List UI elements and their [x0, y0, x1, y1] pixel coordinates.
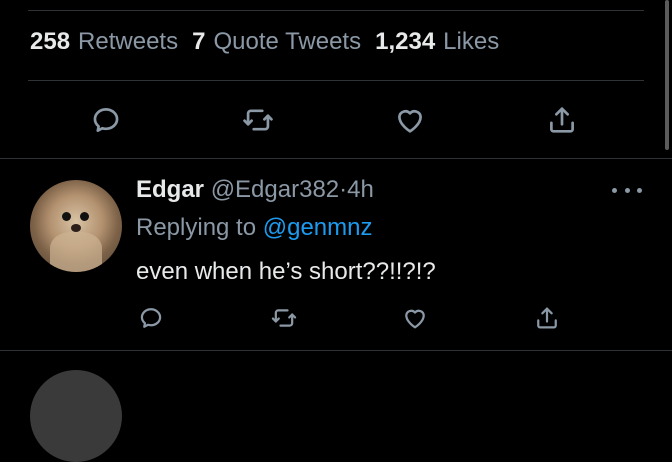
share-icon [537, 307, 557, 329]
quotes-label: Quote Tweets [213, 28, 362, 55]
mention-link[interactable]: @genmnz [263, 214, 373, 241]
reply-tweet[interactable]: Edgar @Edgar382·4h Replying to @genmnz e… [0, 160, 672, 350]
retweets-label: Retweets [78, 28, 179, 55]
avatar-eye-right [80, 212, 89, 221]
retweet-button[interactable] [238, 100, 278, 140]
separator-dot: · [339, 176, 348, 203]
scrollbar[interactable] [665, 0, 669, 150]
like-button[interactable] [390, 100, 430, 140]
more-dot-icon [637, 187, 642, 193]
stats-divider [28, 80, 644, 81]
reply-action-bar [0, 298, 672, 338]
avatar-fur [50, 232, 102, 272]
tweet-divider [0, 158, 672, 159]
avatar-nose [71, 224, 81, 232]
reply-button[interactable] [86, 100, 126, 140]
reply-divider [0, 350, 672, 351]
reply-header: Edgar @Edgar382·4h [136, 176, 374, 204]
likes-stat[interactable]: 1,234 Likes [375, 28, 499, 56]
user-handle[interactable]: @Edgar382 [211, 176, 339, 203]
reply-like-button[interactable] [395, 298, 435, 338]
replying-prefix: Replying to [136, 214, 257, 241]
more-dot-icon [624, 187, 630, 193]
like-icon [405, 309, 425, 329]
tweet-stats: 258 Retweets 7 Quote Tweets 1,234 Likes [30, 28, 499, 56]
top-divider [28, 10, 644, 11]
likes-label: Likes [443, 28, 500, 55]
reply-share-button[interactable] [527, 298, 567, 338]
reply-icon [140, 308, 162, 328]
share-button[interactable] [542, 100, 582, 140]
likes-count: 1,234 [375, 28, 436, 55]
more-dot-icon [612, 187, 617, 193]
reply-text: even when he’s short??!!?!? [136, 258, 436, 285]
quotes-stat[interactable]: 7 Quote Tweets [192, 28, 361, 56]
retweet-icon [271, 309, 297, 327]
quotes-count: 7 [192, 28, 206, 55]
avatar-eye-left [62, 212, 71, 221]
replying-to: Replying to @genmnz [136, 214, 373, 242]
next-reply-avatar[interactable] [30, 370, 122, 462]
tweet-action-bar [0, 100, 672, 144]
like-icon [398, 110, 422, 133]
user-name[interactable]: Edgar [136, 176, 204, 203]
more-options-button[interactable] [612, 180, 642, 200]
share-icon [550, 107, 574, 133]
timestamp[interactable]: 4h [347, 176, 374, 203]
retweet-icon [243, 109, 273, 131]
reply-retweet-button[interactable] [264, 298, 304, 338]
avatar[interactable] [30, 180, 122, 272]
retweets-count: 258 [30, 28, 71, 55]
reply-icon [93, 108, 119, 132]
reply-reply-button[interactable] [131, 298, 171, 338]
retweets-stat[interactable]: 258 Retweets [30, 28, 178, 56]
